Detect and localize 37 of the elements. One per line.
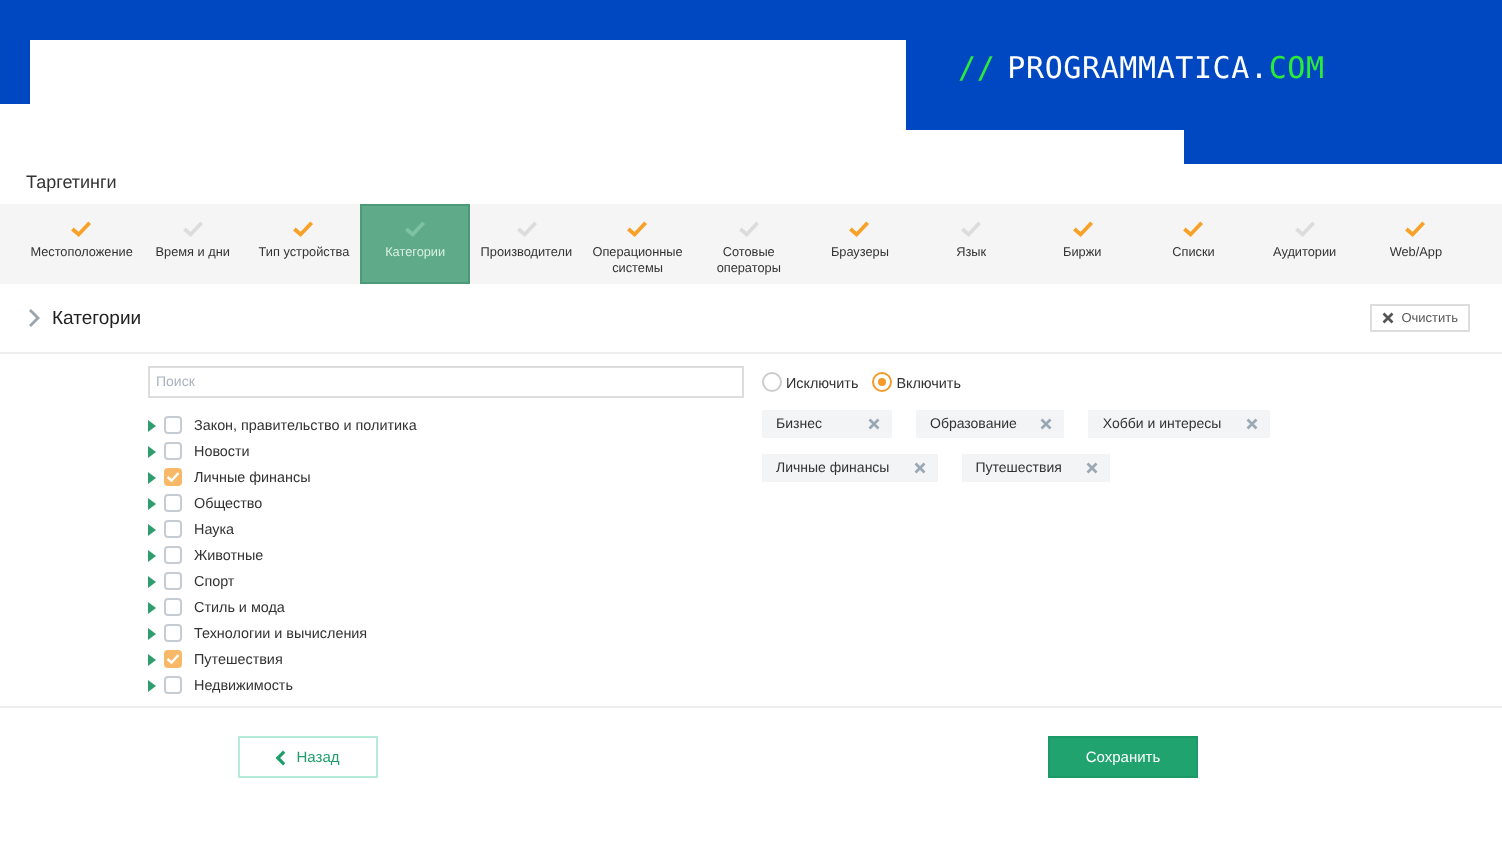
- section-title: Категории: [52, 307, 144, 329]
- logo: // PROGRAMMATICA.COM: [958, 50, 1325, 86]
- remove-icon[interactable]: [913, 462, 926, 474]
- expand-icon[interactable]: [148, 575, 156, 587]
- chevron-icon[interactable]: [28, 308, 40, 328]
- checkbox[interactable]: [164, 624, 182, 642]
- expand-icon[interactable]: [148, 601, 156, 613]
- checkbox[interactable]: [164, 494, 182, 512]
- chevron-icon: [276, 749, 287, 765]
- expand-icon[interactable]: [148, 523, 156, 535]
- expand-icon[interactable]: [148, 419, 156, 431]
- expand-icon[interactable]: [148, 497, 156, 509]
- remove-icon[interactable]: [1040, 418, 1053, 430]
- expand-icon[interactable]: [148, 445, 156, 457]
- radio-button[interactable]: [762, 372, 782, 392]
- checkbox[interactable]: [164, 520, 182, 538]
- expand-icon[interactable]: [148, 679, 156, 691]
- check-icon: [166, 470, 180, 484]
- checkbox[interactable]: [164, 416, 182, 434]
- checkbox[interactable]: [164, 468, 182, 486]
- page-title: Таргетинги: [26, 172, 119, 196]
- expand-icon[interactable]: [148, 653, 156, 665]
- check-icon: [166, 652, 180, 666]
- remove-icon[interactable]: [868, 418, 880, 430]
- close-icon: [1381, 312, 1394, 324]
- remove-icon[interactable]: [1085, 462, 1098, 474]
- expand-icon[interactable]: [148, 627, 156, 639]
- checkbox[interactable]: [164, 650, 182, 668]
- checkbox[interactable]: [164, 598, 182, 616]
- checkbox[interactable]: [164, 572, 182, 590]
- checkbox[interactable]: [164, 676, 182, 694]
- remove-icon[interactable]: [1245, 418, 1258, 430]
- expand-icon[interactable]: [148, 471, 156, 483]
- checkbox[interactable]: [164, 546, 182, 564]
- expand-icon[interactable]: [148, 549, 156, 561]
- checkbox[interactable]: [164, 442, 182, 460]
- radio-button[interactable]: [872, 372, 893, 392]
